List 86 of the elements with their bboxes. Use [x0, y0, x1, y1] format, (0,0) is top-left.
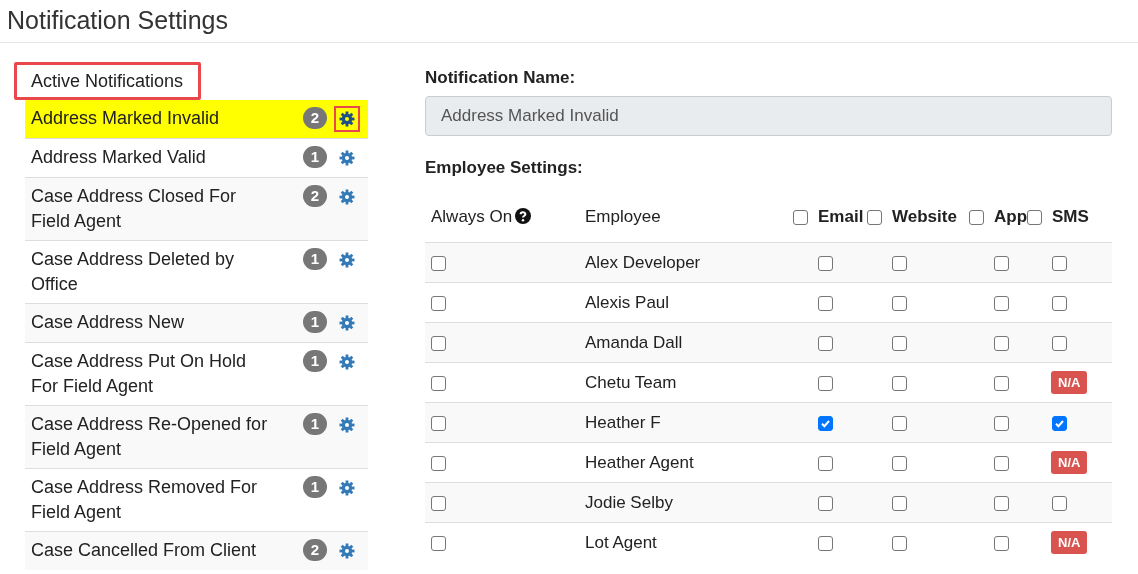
- count-badge: 1: [302, 413, 327, 435]
- count-badge: 1: [302, 311, 327, 333]
- checkbox[interactable]: [892, 335, 907, 351]
- checkbox[interactable]: [431, 495, 446, 511]
- column-header: App: [994, 207, 1028, 227]
- checkbox[interactable]: [867, 210, 882, 225]
- checkbox[interactable]: [1052, 415, 1067, 431]
- gear-icon[interactable]: [339, 150, 355, 166]
- column-header: Employee: [585, 207, 661, 227]
- gear-icon[interactable]: [339, 480, 355, 496]
- checkbox[interactable]: [994, 415, 1009, 431]
- count-badge: 1: [302, 248, 327, 270]
- page-title: Notification Settings: [7, 6, 228, 35]
- checkbox[interactable]: [1052, 495, 1067, 511]
- checkbox[interactable]: [431, 455, 446, 471]
- notification-item[interactable]: Address Marked Invalid 2: [25, 100, 368, 138]
- checkbox[interactable]: [1052, 255, 1067, 271]
- checkbox[interactable]: [892, 535, 907, 551]
- notification-item[interactable]: Case Address New 1: [25, 303, 368, 342]
- count-badge: 1: [302, 476, 327, 498]
- field-label: Notification Name:: [425, 68, 576, 88]
- checkbox[interactable]: [818, 295, 833, 311]
- column-header: Website: [892, 207, 957, 227]
- employee-name: Lot Agent: [585, 532, 657, 553]
- employee-name: Amanda Dall: [585, 332, 683, 353]
- checkbox[interactable]: [1052, 335, 1067, 351]
- employee-name: Heather Agent: [585, 452, 694, 473]
- checkbox[interactable]: [818, 455, 833, 471]
- checkbox[interactable]: [892, 375, 907, 391]
- checkbox[interactable]: [431, 255, 446, 271]
- column-header: Email: [818, 207, 864, 227]
- employee-name: Chetu Team: [585, 372, 677, 393]
- count-badge: 1: [302, 350, 327, 372]
- section-label: Employee Settings:: [425, 158, 583, 178]
- gear-icon[interactable]: [339, 252, 355, 268]
- checkbox[interactable]: [892, 495, 907, 511]
- checkbox[interactable]: [818, 415, 833, 431]
- checkbox[interactable]: [892, 415, 907, 431]
- count-badge: 2: [302, 539, 327, 561]
- checkbox[interactable]: [892, 455, 907, 471]
- checkbox[interactable]: [793, 210, 808, 225]
- checkbox[interactable]: [994, 495, 1009, 511]
- checkbox[interactable]: [994, 295, 1009, 311]
- checkbox[interactable]: [818, 375, 833, 391]
- checkbox[interactable]: [431, 375, 446, 391]
- checkbox[interactable]: [431, 335, 446, 351]
- checkbox[interactable]: [994, 535, 1009, 551]
- checkbox[interactable]: [431, 295, 446, 311]
- checkbox[interactable]: [969, 210, 984, 225]
- gear-icon[interactable]: [339, 189, 355, 205]
- checkbox[interactable]: [818, 495, 833, 511]
- status-badge: N/A: [1051, 451, 1088, 474]
- notification-item[interactable]: Case Cancelled From Client 2: [25, 531, 368, 570]
- checkbox[interactable]: [431, 535, 446, 551]
- gear-icon[interactable]: [339, 417, 355, 433]
- notification-item[interactable]: Case Address Closed For Field Agent 2: [25, 177, 368, 240]
- help-icon[interactable]: [515, 208, 532, 224]
- checkbox[interactable]: [818, 335, 833, 351]
- count-badge: 2: [302, 107, 327, 129]
- gear-icon[interactable]: [339, 543, 355, 559]
- checkbox[interactable]: [1052, 295, 1067, 311]
- gear-icon[interactable]: [339, 354, 355, 370]
- checkbox[interactable]: [994, 335, 1009, 351]
- gear-icon[interactable]: [339, 315, 355, 331]
- checkbox[interactable]: [994, 375, 1009, 391]
- count-badge: 1: [302, 146, 327, 168]
- count-badge: 2: [302, 185, 327, 207]
- column-header: SMS: [1052, 207, 1089, 227]
- employee-name: Jodie Selby: [585, 492, 673, 513]
- status-badge: N/A: [1051, 531, 1088, 554]
- checkbox[interactable]: [1027, 210, 1042, 225]
- checkbox[interactable]: [892, 295, 907, 311]
- gear-icon[interactable]: [339, 111, 355, 127]
- employee-name: Heather F: [585, 412, 661, 433]
- checkbox[interactable]: [818, 255, 833, 271]
- status-badge: N/A: [1051, 371, 1088, 394]
- column-header: Always On: [431, 207, 513, 227]
- checkbox[interactable]: [994, 455, 1009, 471]
- checkbox[interactable]: [431, 415, 446, 431]
- section-heading: Active Notifications: [31, 71, 184, 92]
- checkbox[interactable]: [994, 255, 1009, 271]
- employee-name: Alexis Paul: [585, 292, 670, 313]
- checkbox[interactable]: [892, 255, 907, 271]
- checkbox[interactable]: [818, 535, 833, 551]
- employee-name: Alex Developer: [585, 252, 701, 273]
- notification-item[interactable]: Case Address Re-Opened for Field Agent 1: [25, 405, 368, 468]
